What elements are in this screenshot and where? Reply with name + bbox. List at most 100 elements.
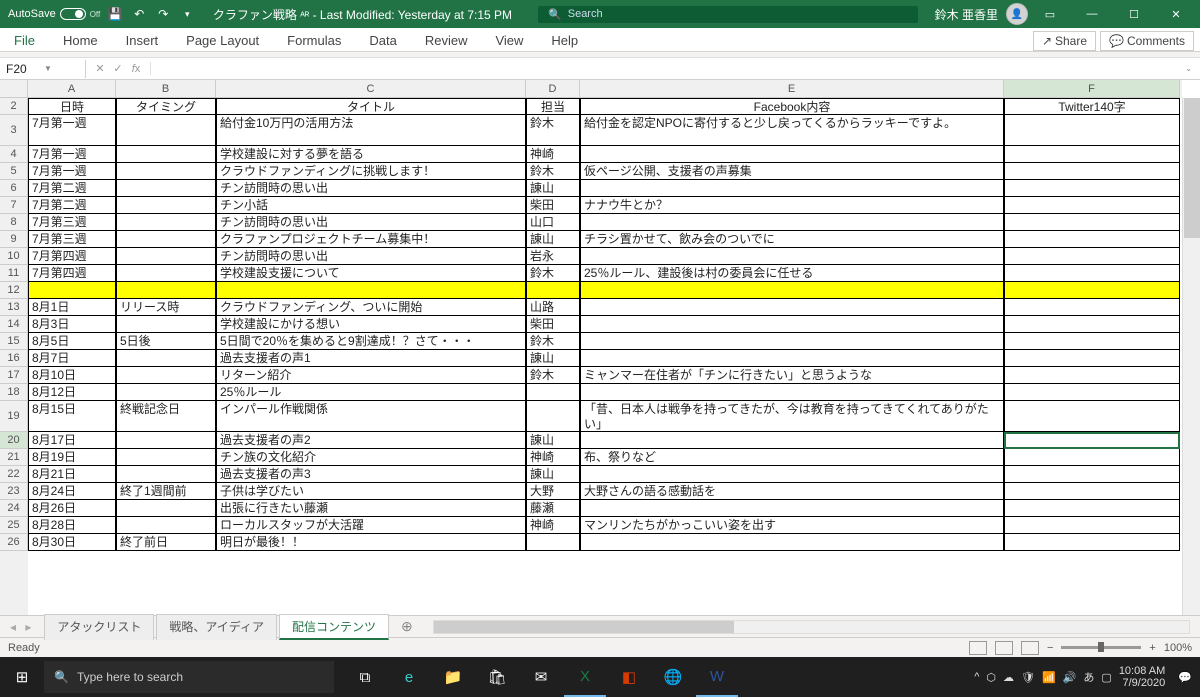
tray-battery-icon[interactable]: ▢ bbox=[1101, 671, 1111, 684]
account-name[interactable]: 鈴木 亜香里 bbox=[935, 6, 998, 23]
row-header-5[interactable]: 5 bbox=[0, 163, 28, 180]
cell-F15[interactable] bbox=[1004, 333, 1180, 350]
cell-F12[interactable] bbox=[1004, 282, 1180, 299]
cell-E3[interactable]: 給付金を認定NPOに寄付すると少し戻ってくるからラッキーですよ。 bbox=[580, 115, 1004, 146]
cell-D24[interactable]: 藤瀬 bbox=[526, 500, 580, 517]
cell-A2[interactable]: 日時 bbox=[28, 98, 116, 115]
cell-D17[interactable]: 鈴木 bbox=[526, 367, 580, 384]
word-icon[interactable]: W bbox=[696, 657, 738, 697]
cell-F3[interactable] bbox=[1004, 115, 1180, 146]
qat-customize-icon[interactable]: ▾ bbox=[178, 5, 196, 23]
mail-icon[interactable]: ✉ bbox=[520, 657, 562, 697]
cell-E17[interactable]: ミャンマー在住者が「チンに行きたい」と思うような bbox=[580, 367, 1004, 384]
cell-E14[interactable] bbox=[580, 316, 1004, 333]
cell-C18[interactable]: 25％ルール bbox=[216, 384, 526, 401]
row-header-17[interactable]: 17 bbox=[0, 367, 28, 384]
horizontal-scrollbar[interactable] bbox=[433, 620, 1190, 634]
store-icon[interactable]: 🛍 bbox=[476, 657, 518, 697]
cell-A24[interactable]: 8月26日 bbox=[28, 500, 116, 517]
row-header-16[interactable]: 16 bbox=[0, 350, 28, 367]
cell-E11[interactable]: 25％ルール、建設後は村の委員会に任せる bbox=[580, 265, 1004, 282]
cell-B11[interactable] bbox=[116, 265, 216, 282]
cell-F26[interactable] bbox=[1004, 534, 1180, 551]
cell-B5[interactable] bbox=[116, 163, 216, 180]
cell-B24[interactable] bbox=[116, 500, 216, 517]
taskbar-search[interactable]: 🔍 Type here to search bbox=[44, 661, 334, 693]
cell-E24[interactable] bbox=[580, 500, 1004, 517]
sheet-nav-icon[interactable]: ◂ ▸ bbox=[0, 620, 44, 634]
cell-E8[interactable] bbox=[580, 214, 1004, 231]
row-header-19[interactable]: 19 bbox=[0, 401, 28, 432]
sheet-tab-0[interactable]: アタックリスト bbox=[44, 614, 154, 640]
cell-D5[interactable]: 鈴木 bbox=[526, 163, 580, 180]
col-header-D[interactable]: D bbox=[526, 80, 580, 98]
cell-A16[interactable]: 8月7日 bbox=[28, 350, 116, 367]
row-header-14[interactable]: 14 bbox=[0, 316, 28, 333]
row-header-15[interactable]: 15 bbox=[0, 333, 28, 350]
cell-A5[interactable]: 7月第一週 bbox=[28, 163, 116, 180]
cell-B14[interactable] bbox=[116, 316, 216, 333]
zoom-slider[interactable] bbox=[1061, 646, 1141, 649]
cell-E9[interactable]: チラシ置かせて、飲み会のついでに bbox=[580, 231, 1004, 248]
cell-B2[interactable]: タイミング bbox=[116, 98, 216, 115]
cell-C8[interactable]: チン訪問時の思い出 bbox=[216, 214, 526, 231]
row-header-22[interactable]: 22 bbox=[0, 466, 28, 483]
cell-C16[interactable]: 過去支援者の声1 bbox=[216, 350, 526, 367]
cell-F21[interactable] bbox=[1004, 449, 1180, 466]
row-header-6[interactable]: 6 bbox=[0, 180, 28, 197]
chrome-icon[interactable]: 🌐 bbox=[652, 657, 694, 697]
cell-D6[interactable]: 諌山 bbox=[526, 180, 580, 197]
autosave-toggle[interactable]: AutoSave Off bbox=[8, 8, 100, 20]
cell-D25[interactable]: 神崎 bbox=[526, 517, 580, 534]
row-header-12[interactable]: 12 bbox=[0, 282, 28, 299]
cell-C12[interactable] bbox=[216, 282, 526, 299]
cell-F14[interactable] bbox=[1004, 316, 1180, 333]
cell-A21[interactable]: 8月19日 bbox=[28, 449, 116, 466]
cell-D14[interactable]: 柴田 bbox=[526, 316, 580, 333]
cell-E5[interactable]: 仮ページ公開、支援者の声募集 bbox=[580, 163, 1004, 180]
cell-C9[interactable]: クラファンプロジェクトチーム募集中！ bbox=[216, 231, 526, 248]
cell-F22[interactable] bbox=[1004, 466, 1180, 483]
cell-A22[interactable]: 8月21日 bbox=[28, 466, 116, 483]
select-all-corner[interactable] bbox=[0, 80, 28, 98]
cell-B20[interactable] bbox=[116, 432, 216, 449]
cell-A19[interactable]: 8月15日 bbox=[28, 401, 116, 432]
cell-A15[interactable]: 8月5日 bbox=[28, 333, 116, 350]
cell-E18[interactable] bbox=[580, 384, 1004, 401]
minimize-icon[interactable]: — bbox=[1072, 0, 1112, 28]
col-header-C[interactable]: C bbox=[216, 80, 526, 98]
cell-D11[interactable]: 鈴木 bbox=[526, 265, 580, 282]
cell-E2[interactable]: Facebook内容 bbox=[580, 98, 1004, 115]
cell-F13[interactable] bbox=[1004, 299, 1180, 316]
cell-C25[interactable]: ローカルスタッフが大活躍 bbox=[216, 517, 526, 534]
cell-B22[interactable] bbox=[116, 466, 216, 483]
ribbon-tab-review[interactable]: Review bbox=[411, 30, 482, 51]
zoom-in-icon[interactable]: + bbox=[1149, 642, 1155, 654]
ribbon-tab-page-layout[interactable]: Page Layout bbox=[172, 30, 273, 51]
normal-view-icon[interactable] bbox=[969, 641, 987, 655]
cell-B13[interactable]: リリース時 bbox=[116, 299, 216, 316]
avatar[interactable]: 👤 bbox=[1006, 3, 1028, 25]
cell-C21[interactable]: チン族の文化紹介 bbox=[216, 449, 526, 466]
row-header-18[interactable]: 18 bbox=[0, 384, 28, 401]
cell-C17[interactable]: リターン紹介 bbox=[216, 367, 526, 384]
row-header-2[interactable]: 2 bbox=[0, 98, 28, 115]
tray-ime-icon[interactable]: あ bbox=[1083, 669, 1094, 685]
taskbar-clock[interactable]: 10:08 AM7/9/2020 bbox=[1119, 665, 1171, 689]
row-header-8[interactable]: 8 bbox=[0, 214, 28, 231]
start-icon[interactable]: ⊞ bbox=[0, 668, 44, 686]
cell-C13[interactable]: クラウドファンディング、ついに開始 bbox=[216, 299, 526, 316]
cell-C24[interactable]: 出張に行きたい藤瀬 bbox=[216, 500, 526, 517]
row-header-9[interactable]: 9 bbox=[0, 231, 28, 248]
cell-D4[interactable]: 神崎 bbox=[526, 146, 580, 163]
cell-A3[interactable]: 7月第一週 bbox=[28, 115, 116, 146]
col-header-F[interactable]: F bbox=[1004, 80, 1180, 98]
cell-A14[interactable]: 8月3日 bbox=[28, 316, 116, 333]
cell-B3[interactable] bbox=[116, 115, 216, 146]
cell-B8[interactable] bbox=[116, 214, 216, 231]
cell-D16[interactable]: 諌山 bbox=[526, 350, 580, 367]
cell-C26[interactable]: 明日が最後！！ bbox=[216, 534, 526, 551]
cell-B15[interactable]: 5日後 bbox=[116, 333, 216, 350]
cell-D12[interactable] bbox=[526, 282, 580, 299]
cell-B12[interactable] bbox=[116, 282, 216, 299]
